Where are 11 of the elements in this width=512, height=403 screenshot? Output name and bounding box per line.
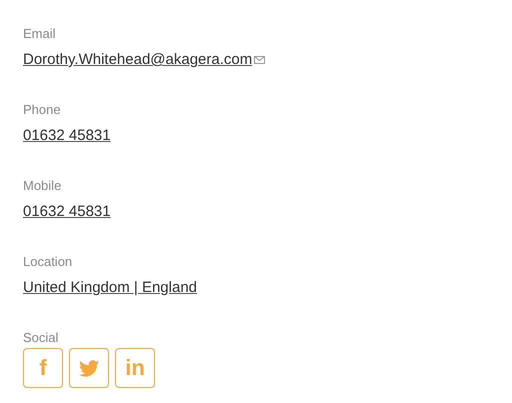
bird-icon[interactable] <box>69 348 109 388</box>
field-link[interactable]: United Kingdom | England <box>23 278 198 298</box>
field-link[interactable]: Dorothy.Whitehead@akagera.com <box>23 50 252 70</box>
field-label: Mobile <box>23 178 62 194</box>
field-link[interactable]: 01632 45831 <box>23 126 111 146</box>
field-label: Email <box>23 26 56 42</box>
field-label: Phone <box>23 102 61 118</box>
field-link[interactable]: 01632 45831 <box>23 202 111 222</box>
field-label: Location <box>23 254 72 270</box>
section-label: Social <box>23 330 58 346</box>
envelope-icon <box>254 56 266 64</box>
